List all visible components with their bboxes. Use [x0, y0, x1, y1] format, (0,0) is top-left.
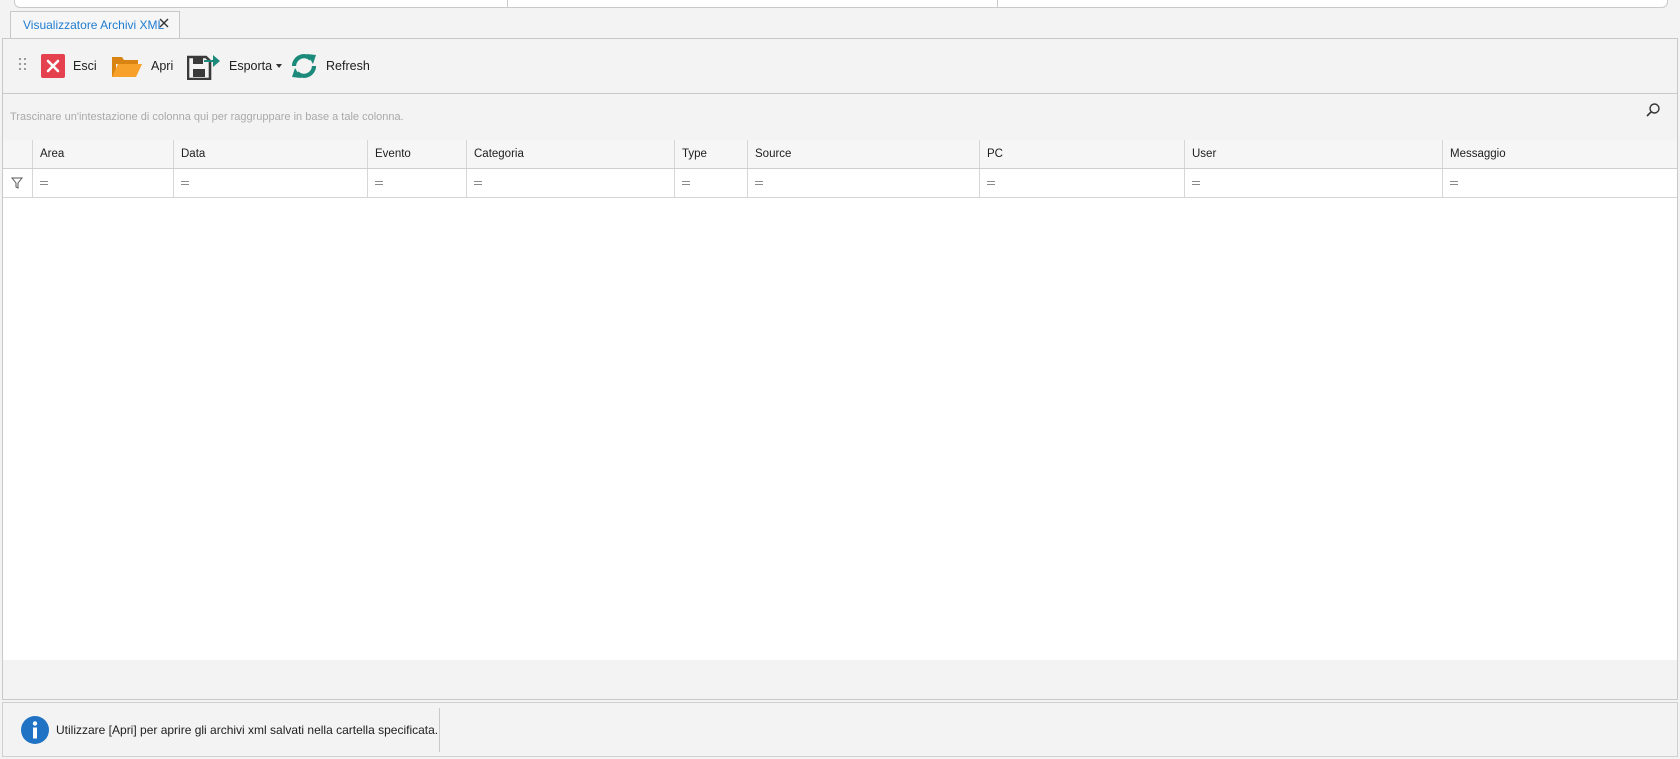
export-button[interactable]: Esporta	[187, 51, 283, 81]
open-button[interactable]: Apri	[111, 51, 173, 81]
document-tab-title: Visualizzatore Archivi XML	[23, 18, 165, 32]
status-bar: Utilizzare [Apri] per aprire gli archivi…	[2, 702, 1678, 757]
export-button-label: Esporta	[229, 59, 273, 73]
filter-cell-data[interactable]	[173, 169, 367, 197]
column-header-label: Categoria	[474, 148, 524, 160]
refresh-button[interactable]: Refresh	[290, 51, 370, 81]
column-header-categoria[interactable]: Categoria	[466, 140, 674, 168]
auto-filter-row	[3, 169, 1677, 198]
column-header-label: User	[1192, 148, 1217, 160]
filter-cell-pc[interactable]	[979, 169, 1184, 197]
filter-cell-source[interactable]	[747, 169, 979, 197]
equals-operator-icon[interactable]	[181, 181, 189, 185]
row-indicator-header	[3, 140, 32, 168]
group-by-hint: Trascinare un'intestazione di colonna qu…	[10, 111, 404, 123]
xml-viewer-panel: Esci Apri Esporta Refresh Trascinare un'…	[2, 38, 1678, 700]
filter-icon	[11, 177, 23, 189]
grip-icon[interactable]	[19, 58, 27, 72]
toolbar: Esci Apri Esporta Refresh	[3, 39, 1677, 94]
document-tab[interactable]: Visualizzatore Archivi XML	[10, 11, 180, 39]
exit-button-label: Esci	[73, 59, 97, 73]
info-icon	[21, 716, 49, 744]
column-header-area[interactable]: Area	[32, 140, 173, 168]
column-header-type[interactable]: Type	[674, 140, 747, 168]
chevron-down-icon	[276, 64, 283, 68]
grid-footer	[3, 660, 1677, 699]
filter-cell-area[interactable]	[32, 169, 173, 197]
column-header-label: Evento	[375, 148, 411, 160]
column-header-data[interactable]: Data	[173, 140, 367, 168]
folder-open-icon	[112, 57, 142, 77]
column-header-user[interactable]: User	[1184, 140, 1442, 168]
filter-row-indicator	[3, 169, 32, 197]
save-export-icon	[187, 55, 220, 80]
strip-divider	[997, 0, 998, 7]
previous-window-strip	[14, 0, 1668, 8]
column-header-row: Area Data Evento Categoria Type Source P…	[3, 140, 1677, 169]
exit-button[interactable]: Esci	[41, 51, 97, 81]
filter-cell-type[interactable]	[674, 169, 747, 197]
equals-operator-icon[interactable]	[987, 181, 995, 185]
group-by-panel[interactable]: Trascinare un'intestazione di colonna qu…	[3, 94, 1677, 141]
status-message: Utilizzare [Apri] per aprire gli archivi…	[56, 723, 439, 737]
column-header-source[interactable]: Source	[747, 140, 979, 168]
open-button-label: Apri	[151, 59, 174, 73]
filter-cell-user[interactable]	[1184, 169, 1442, 197]
column-header-pc[interactable]: PC	[979, 140, 1184, 168]
column-header-label: Data	[181, 148, 206, 160]
column-header-evento[interactable]: Evento	[367, 140, 466, 168]
column-header-label: Source	[755, 148, 792, 160]
equals-operator-icon[interactable]	[40, 181, 48, 185]
equals-operator-icon[interactable]	[474, 181, 482, 185]
column-header-label: Area	[40, 148, 65, 160]
exit-icon	[41, 54, 65, 78]
refresh-button-label: Refresh	[326, 59, 370, 73]
data-grid: Trascinare un'intestazione di colonna qu…	[3, 93, 1677, 661]
column-header-label: PC	[987, 148, 1003, 160]
strip-divider	[507, 0, 508, 7]
status-divider	[439, 708, 440, 752]
filter-cell-evento[interactable]	[367, 169, 466, 197]
equals-operator-icon[interactable]	[375, 181, 383, 185]
equals-operator-icon[interactable]	[755, 181, 763, 185]
search-icon[interactable]	[1645, 102, 1661, 118]
equals-operator-icon[interactable]	[682, 181, 690, 185]
refresh-icon	[291, 54, 317, 78]
filter-cell-categoria[interactable]	[466, 169, 674, 197]
close-icon[interactable]	[157, 16, 171, 30]
equals-operator-icon[interactable]	[1192, 181, 1200, 185]
column-header-label: Messaggio	[1450, 148, 1506, 160]
column-header-label: Type	[682, 148, 707, 160]
equals-operator-icon[interactable]	[1450, 181, 1458, 185]
column-header-messaggio[interactable]: Messaggio	[1442, 140, 1677, 168]
filter-cell-messaggio[interactable]	[1442, 169, 1677, 197]
